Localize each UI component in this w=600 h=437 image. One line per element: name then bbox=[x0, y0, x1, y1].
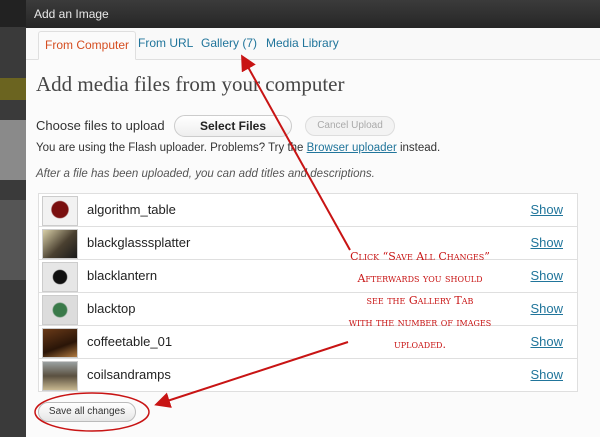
flash-note-prefix: You are using the Flash uploader. Proble… bbox=[36, 142, 307, 154]
cancel-upload-button: Cancel Upload bbox=[305, 116, 395, 136]
show-link[interactable]: Show bbox=[530, 268, 563, 283]
flash-note-suffix: instead. bbox=[396, 142, 441, 154]
browser-uploader-link[interactable]: Browser uploader bbox=[307, 142, 397, 154]
file-row: coilsandramps Show bbox=[39, 359, 577, 392]
background-panel bbox=[0, 120, 26, 180]
background-toolbar bbox=[0, 200, 26, 280]
flash-uploader-note: You are using the Flash uploader. Proble… bbox=[36, 142, 440, 154]
file-thumbnail bbox=[42, 196, 78, 226]
annotation-line: uploaded. bbox=[394, 338, 446, 351]
annotation-line: with the number of images bbox=[348, 316, 492, 329]
annotation-line: see the Gallery Tab bbox=[366, 294, 474, 307]
file-thumbnail bbox=[42, 361, 78, 391]
annotation-line: Click “Save All Changes” bbox=[350, 250, 490, 263]
file-row: algorithm_table Show bbox=[39, 194, 577, 227]
file-name: coffeetable_01 bbox=[87, 334, 173, 349]
file-thumbnail bbox=[42, 295, 78, 325]
dialog-title: Add an Image bbox=[34, 7, 109, 21]
annotation-line: Afterwards you should bbox=[357, 272, 483, 285]
file-name: blacktop bbox=[87, 301, 136, 316]
show-link[interactable]: Show bbox=[530, 202, 563, 217]
select-files-button[interactable]: Select Files bbox=[174, 115, 292, 137]
save-all-changes-button[interactable]: Save all changes bbox=[38, 402, 136, 422]
file-thumbnail bbox=[42, 262, 78, 292]
file-name: blacklantern bbox=[87, 268, 158, 283]
file-name: blackglasssplatter bbox=[87, 235, 191, 250]
file-thumbnail bbox=[42, 328, 78, 358]
show-link[interactable]: Show bbox=[530, 301, 563, 316]
add-image-dialog: From Computer From URL Gallery (7) Media… bbox=[26, 28, 600, 437]
file-thumbnail bbox=[42, 229, 78, 259]
page-title: Add media files from your computer bbox=[36, 72, 345, 96]
media-tabs: From Computer From URL Gallery (7) Media… bbox=[26, 28, 600, 60]
tab-from-url[interactable]: From URL bbox=[138, 36, 193, 50]
dialog-titlebar: Add an Image bbox=[26, 0, 600, 29]
tab-gallery[interactable]: Gallery (7) bbox=[201, 36, 257, 50]
show-link[interactable]: Show bbox=[530, 235, 563, 250]
show-link[interactable]: Show bbox=[530, 367, 563, 382]
annotation-note: Click “Save All Changes” Afterwards you … bbox=[310, 246, 530, 356]
file-name: algorithm_table bbox=[87, 202, 176, 217]
tab-from-computer[interactable]: From Computer bbox=[38, 31, 137, 60]
after-upload-note: After a file has been uploaded, you can … bbox=[36, 168, 375, 180]
background-notice bbox=[0, 78, 26, 100]
file-name: coilsandramps bbox=[87, 367, 171, 382]
show-link[interactable]: Show bbox=[530, 334, 563, 349]
choose-files-label: Choose files to upload bbox=[36, 118, 165, 133]
tab-media-library[interactable]: Media Library bbox=[266, 36, 339, 50]
